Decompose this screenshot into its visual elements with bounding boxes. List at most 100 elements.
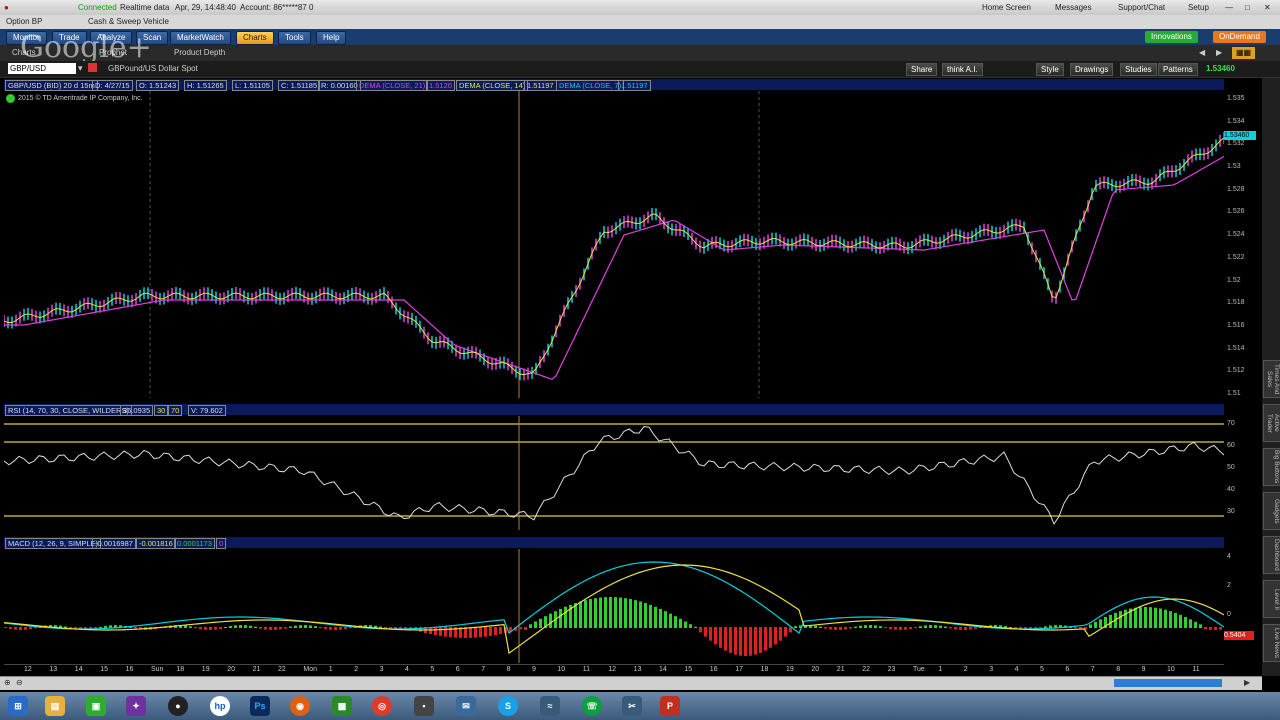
macd-histogram-bar bbox=[1184, 617, 1187, 628]
sidebar-gadget[interactable]: Active Trader bbox=[1263, 404, 1280, 442]
time-tick-label: 11 bbox=[1192, 666, 1200, 673]
setup-link[interactable]: Setup bbox=[1188, 3, 1209, 12]
macd-histogram-bar bbox=[439, 627, 442, 636]
skype-icon[interactable]: S bbox=[498, 696, 518, 716]
sidebar-gadget[interactable]: Big Buttons bbox=[1263, 448, 1280, 486]
app-dark-icon[interactable]: ▪ bbox=[414, 696, 434, 716]
media-icon[interactable]: ● bbox=[168, 696, 188, 716]
dema21-label[interactable]: DEMA (CLOSE, 21) bbox=[356, 80, 429, 91]
horizontal-scrollbar[interactable]: ⊕ ⊖ ▶ bbox=[0, 676, 1262, 690]
tab-tools[interactable]: Tools bbox=[278, 31, 311, 45]
account[interactable]: Account: 86*****87 0 bbox=[240, 3, 313, 12]
macd-histogram-bar bbox=[844, 627, 847, 630]
chrome-icon[interactable]: ◎ bbox=[372, 696, 392, 716]
app-colorful-icon[interactable]: ✦ bbox=[126, 696, 146, 716]
subtab-product-depth[interactable]: Product Depth bbox=[170, 47, 229, 59]
link-icon[interactable] bbox=[88, 63, 97, 72]
explorer-icon[interactable]: ▤ bbox=[45, 696, 65, 716]
think-ai-button[interactable]: think A.I. bbox=[942, 63, 983, 76]
macd-histogram-bar bbox=[959, 627, 962, 630]
drawings-button[interactable]: Drawings bbox=[1070, 63, 1114, 76]
tab-charts[interactable]: Charts bbox=[236, 31, 274, 45]
maximize-icon[interactable]: □ bbox=[1245, 3, 1250, 12]
time-tick-label: 2 bbox=[963, 666, 968, 673]
macd-histogram-bar bbox=[714, 627, 717, 645]
dema14-label[interactable]: DEMA (CLOSE, 14) bbox=[456, 80, 529, 91]
close-icon[interactable]: ✕ bbox=[1264, 3, 1271, 12]
dema21-line bbox=[4, 155, 1224, 380]
tab-marketwatch[interactable]: MarketWatch bbox=[170, 31, 231, 45]
macd-histogram-bar bbox=[224, 626, 227, 628]
sidebar-gadget[interactable]: Live News bbox=[1263, 624, 1280, 662]
share-button[interactable]: Share bbox=[906, 63, 938, 76]
arrow-right-icon[interactable]: ▶ bbox=[1212, 47, 1226, 59]
powerpoint-icon[interactable]: P bbox=[660, 696, 680, 716]
arrow-left-icon[interactable]: ◀ bbox=[1195, 47, 1209, 59]
grid-layout-icon[interactable]: ▦▦ bbox=[1232, 47, 1256, 59]
macd-histogram-bar bbox=[1189, 619, 1192, 628]
tab-help[interactable]: Help bbox=[316, 31, 347, 45]
hp-icon[interactable]: hp bbox=[210, 696, 230, 716]
photoshop-icon[interactable]: Ps bbox=[250, 696, 270, 716]
ondemand-button[interactable]: OnDemand bbox=[1213, 31, 1266, 43]
innovations-button[interactable]: Innovations bbox=[1145, 31, 1198, 43]
zoom-out-icon[interactable]: ⊖ bbox=[16, 678, 23, 687]
macd-label[interactable]: MACD (12, 26, 9, SIMPLE) bbox=[5, 538, 102, 549]
app-mail-icon[interactable]: ✉ bbox=[456, 696, 476, 716]
time-tick-label: 21 bbox=[836, 666, 845, 673]
scroll-thumb[interactable] bbox=[1114, 679, 1222, 687]
os-taskbar: ⊞ ▤ ▣ ✦ ● hp Ps ◉ ▩ ◎ ▪ ✉ S ≈ ☏ ✂ P bbox=[0, 692, 1280, 720]
time-tick-label: 19 bbox=[786, 666, 794, 673]
option-bp: Option BP bbox=[6, 17, 43, 26]
macd-histogram-bar bbox=[599, 597, 602, 628]
macd-histogram-bar bbox=[1169, 611, 1172, 628]
macd-histogram-bar bbox=[1044, 626, 1047, 628]
price-header: GBP/USD (BID) 20 d 15m D: 4/27/15 O: 1.5… bbox=[4, 79, 1224, 91]
price-pane[interactable]: 2015 © TD Ameritrade IP Company, Inc. bbox=[4, 91, 1224, 398]
sidebar-gadget[interactable]: Level II bbox=[1263, 580, 1280, 618]
macd-histogram-bar bbox=[254, 626, 257, 628]
firefox-icon[interactable]: ◉ bbox=[290, 696, 310, 716]
style-button[interactable]: Style bbox=[1036, 63, 1064, 76]
macd-header: MACD (12, 26, 9, SIMPLE) -0.0016987 -0.0… bbox=[4, 537, 1224, 549]
time-tick-label: 19 bbox=[201, 666, 210, 673]
macd-histogram-bar bbox=[284, 627, 287, 629]
symbol-input[interactable]: GBP/USD bbox=[8, 63, 76, 74]
studies-button[interactable]: Studies bbox=[1120, 63, 1157, 76]
home-screen-link[interactable]: Home Screen bbox=[982, 3, 1031, 12]
macd-histogram-bar bbox=[304, 625, 307, 628]
macd-histogram-bar bbox=[889, 627, 892, 630]
chat-icon[interactable]: ☏ bbox=[582, 696, 602, 716]
rsi-pane[interactable] bbox=[4, 416, 1224, 530]
minimize-icon[interactable]: — bbox=[1225, 3, 1233, 12]
symbol-period[interactable]: GBP/USD (BID) 20 d 15m bbox=[5, 80, 98, 91]
app-tool-icon[interactable]: ✂ bbox=[622, 696, 642, 716]
start-icon[interactable]: ⊞ bbox=[8, 696, 28, 716]
support-chat-link[interactable]: Support/Chat bbox=[1118, 3, 1165, 12]
symbol-bar: GBP/USD ▾ GBPound/US Dollar Spot Share t… bbox=[0, 61, 1280, 78]
zoom-in-icon[interactable]: ⊕ bbox=[4, 678, 11, 687]
dema7-label[interactable]: DEMA (CLOSE, 7) bbox=[556, 80, 625, 91]
time-tick-label: 3 bbox=[989, 666, 994, 673]
axis-tick-label: 70 bbox=[1227, 420, 1235, 427]
app-green-icon[interactable]: ▣ bbox=[86, 696, 106, 716]
time-tick-label: 22 bbox=[278, 666, 286, 673]
sidebar-gadget[interactable]: Times And Sales bbox=[1263, 360, 1280, 398]
account-bar: Option BP Cash & Sweep Vehicle bbox=[0, 15, 1280, 30]
axis-tick-label: 40 bbox=[1227, 486, 1235, 493]
app-map-icon[interactable]: ▩ bbox=[332, 696, 352, 716]
dropdown-icon[interactable]: ▾ bbox=[78, 63, 83, 74]
rsi-os: 70 bbox=[168, 405, 183, 416]
sidebar-gadget[interactable]: Dashboard bbox=[1263, 536, 1280, 574]
app-wave-icon[interactable]: ≈ bbox=[540, 696, 560, 716]
chart-status-icon[interactable] bbox=[6, 94, 15, 103]
sidebar-gadget[interactable]: Gadgets bbox=[1263, 492, 1280, 530]
patterns-button[interactable]: Patterns bbox=[1158, 63, 1198, 76]
scroll-right-icon[interactable]: ▶ bbox=[1244, 678, 1250, 687]
macd-pane[interactable] bbox=[4, 549, 1224, 663]
messages-link[interactable]: Messages bbox=[1055, 3, 1091, 12]
rsi-label[interactable]: RSI (14, 70, 30, CLOSE, WILDERS) bbox=[5, 405, 132, 416]
rsi-value: 36.0935 bbox=[120, 405, 154, 416]
macd-histogram-bar bbox=[519, 627, 522, 630]
macd-histogram-bar bbox=[1094, 621, 1097, 628]
